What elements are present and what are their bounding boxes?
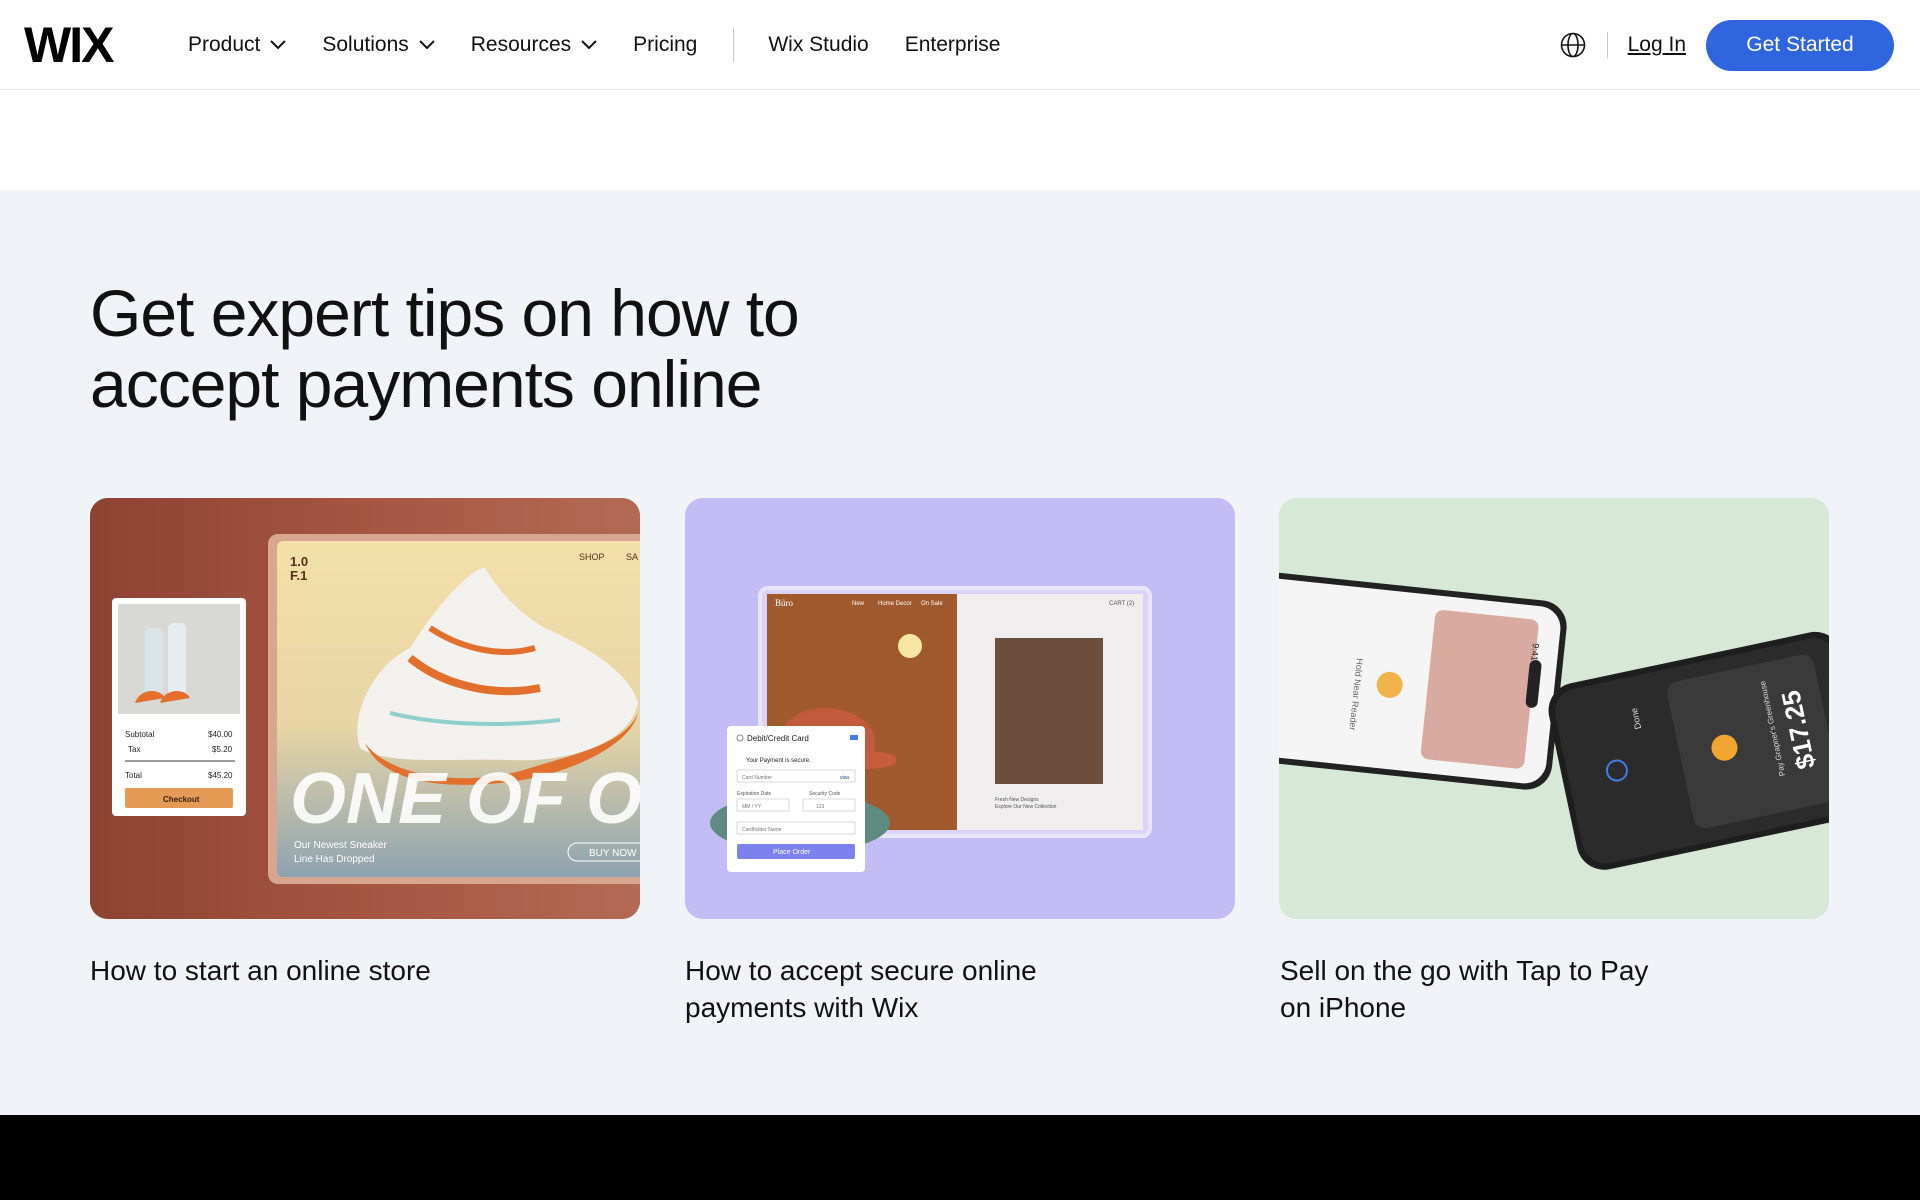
card-title-secure-line-2: payments with Wix: [685, 992, 919, 1023]
nav-enterprise-label: Enterprise: [904, 33, 1001, 56]
nav-resources[interactable]: Resources: [471, 33, 597, 57]
nav-enterprise[interactable]: Enterprise: [905, 33, 1001, 57]
header-actions: Log In Get Started: [1559, 0, 1894, 90]
form-exp-label: Expiration Date: [737, 791, 771, 797]
heading-line-2: accept payments online: [90, 347, 762, 421]
form-card-brand: visa: [840, 775, 849, 781]
form-place-order: Place Order: [773, 849, 811, 856]
chevron-down-icon: [581, 40, 597, 50]
nav-pricing-label: Pricing: [633, 33, 698, 56]
mock-headline: ONE OF OI: [290, 759, 640, 839]
receipt-subtotal: $40.00: [208, 730, 233, 739]
article-card-online-store[interactable]: 1.0 F.1 SHOP SA ONE OF OI Our Newest Sne…: [90, 498, 640, 919]
mock-caption-1: Fresh New Designs: [995, 797, 1039, 803]
mock-nav-new: New: [852, 601, 865, 607]
article-card-tap-to-pay[interactable]: Hold Near Reader 9:41 Done Pay Grapner's…: [1279, 498, 1829, 919]
footer-bar: [0, 1115, 1920, 1200]
mock-subline-1: Our Newest Sneaker: [294, 840, 387, 851]
form-sec-placeholder: 123: [816, 804, 825, 810]
mock-caption-2: Explore Our New Collection: [995, 804, 1057, 810]
nav-wix-studio-label: Wix Studio: [768, 33, 869, 56]
article-card-secure-payments[interactable]: Büro New Home Decor On Sale CART (2) Fre…: [685, 498, 1235, 919]
chevron-down-icon: [270, 40, 287, 50]
nav-resources-label: Resources: [470, 33, 572, 56]
form-title: Debit/Credit Card: [747, 734, 809, 743]
card-title-online-store[interactable]: How to start an online store: [90, 952, 510, 989]
mock-nav-sale: SA: [626, 552, 638, 562]
form-holder: Cardholder Name: [742, 827, 782, 833]
site-header: WIX Product Solutions Resources Pricing …: [0, 0, 1920, 90]
online-store-illustration: 1.0 F.1 SHOP SA ONE OF OI Our Newest Sne…: [90, 498, 640, 919]
card-title-secure-line-1: How to accept secure online: [685, 955, 1037, 986]
mock-nav-home-decor: Home Decor: [878, 601, 912, 607]
main-nav: Product Solutions Resources Pricing Wix …: [188, 0, 1036, 90]
get-started-button[interactable]: Get Started: [1706, 19, 1894, 71]
receipt-total: $45.20: [208, 771, 233, 780]
mock-subline-2: Line Has Dropped: [294, 854, 375, 865]
form-secure: Your Payment is secure.: [746, 758, 811, 764]
card-title-tap-line-2: on iPhone: [1280, 992, 1407, 1023]
status-time: 9:41: [1529, 643, 1541, 661]
tap-to-pay-illustration: Hold Near Reader 9:41 Done Pay Grapner's…: [1279, 498, 1829, 919]
chevron-down-icon: [419, 40, 435, 50]
header-divider: [1606, 32, 1608, 58]
receipt-tax-label: Tax: [128, 745, 140, 754]
card-title-tap-line-1: Sell on the go with Tap to Pay: [1280, 955, 1649, 986]
receipt-tax: $5.20: [212, 745, 233, 754]
nav-pricing[interactable]: Pricing: [633, 33, 697, 57]
globe-icon[interactable]: [1559, 31, 1587, 59]
card-title-tap-to-pay[interactable]: Sell on the go with Tap to Pay on iPhone: [1280, 952, 1700, 1026]
heading-line-1: Get expert tips on how to: [90, 276, 800, 350]
card-title-secure-payments[interactable]: How to accept secure online payments wit…: [685, 952, 1105, 1026]
receipt-checkout: Checkout: [163, 795, 200, 804]
mock-nav-shop: SHOP: [579, 552, 605, 562]
login-link[interactable]: Log In: [1628, 33, 1686, 57]
nav-wix-studio[interactable]: Wix Studio: [768, 33, 868, 57]
svg-text:F.1: F.1: [290, 568, 307, 583]
mock-cart: CART (2): [1109, 601, 1134, 607]
receipt-subtotal-label: Subtotal: [125, 730, 155, 739]
nav-product-label: Product: [188, 33, 261, 56]
mock-buy-now: BUY NOW: [589, 848, 637, 859]
form-sec-label: Security Code: [809, 791, 841, 797]
form-card-number: Card Number: [742, 775, 772, 781]
wix-logo[interactable]: WIX: [24, 20, 114, 70]
nav-product[interactable]: Product: [188, 33, 287, 57]
mock-brand-buro: Büro: [775, 598, 794, 608]
payments-tips-section: Get expert tips on how to accept payment…: [0, 190, 1920, 1115]
receipt-total-label: Total: [125, 771, 142, 780]
mock-nav-on-sale: On Sale: [921, 601, 943, 607]
nav-divider: [733, 28, 735, 62]
secure-payments-illustration: Büro New Home Decor On Sale CART (2) Fre…: [685, 498, 1235, 919]
nav-solutions-label: Solutions: [322, 33, 409, 56]
form-exp-placeholder: MM / YY: [742, 804, 762, 810]
nav-solutions[interactable]: Solutions: [322, 33, 435, 57]
mock-brand: 1.0: [290, 554, 308, 569]
section-heading: Get expert tips on how to accept payment…: [90, 278, 990, 420]
